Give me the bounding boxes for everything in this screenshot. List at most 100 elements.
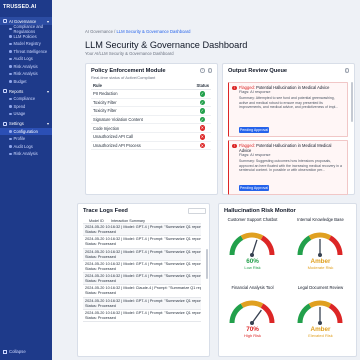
sidebar-item-audit-logs[interactable]: Audit Logs: [0, 55, 52, 63]
page-subtitle: Your AI/LLM Security & Governance Dashbo…: [85, 51, 174, 56]
trace-log-row[interactable]: 2024-05-20 10:16:32 | Model: GPT-4 | Pro…: [83, 224, 201, 237]
nav-group-reports[interactable]: Reports ▾: [0, 87, 52, 95]
review-item[interactable]: ! Flagged: Potential Hallucination in Med…: [228, 140, 348, 195]
dot-icon: [9, 42, 12, 45]
sidebar-item-model-registry[interactable]: Model Registry: [0, 40, 52, 48]
collapse-label: Collapse: [9, 349, 26, 354]
trace-search-input[interactable]: [188, 208, 206, 214]
policy-rule: Signature Violation Content: [93, 117, 143, 123]
gauge-dial: [297, 232, 343, 257]
chevron-down-icon: ▾: [46, 18, 49, 24]
gauge-label: Low Risk: [244, 265, 261, 270]
sidebar-item-label: Profile: [13, 136, 26, 142]
dot-icon: [9, 35, 12, 38]
sidebar-item-spend[interactable]: Spend: [0, 103, 52, 111]
policy-row: Unauthorized API Call ✕: [91, 133, 211, 142]
warning-icon: !: [232, 85, 237, 90]
gauge-segment: [328, 303, 343, 324]
trace-log-row[interactable]: 2024-05-20 10:16:32 | Model: GPT-4 | Pro…: [83, 273, 201, 286]
gauge-segment: [328, 235, 343, 256]
info-icon[interactable]: i: [200, 68, 205, 73]
gauge-segment: [240, 300, 264, 308]
trace-log-status: Status: Processed: [85, 279, 116, 284]
trace-log-row[interactable]: 2024-05-20 10:16:32 | Model: GPT-4 | Pro…: [83, 297, 201, 311]
collapse-button[interactable]: Collapse: [3, 349, 26, 354]
risk-gauge: Internal Knowledge Base Amber Moderate Ris…: [293, 217, 348, 270]
risk-card: Hallucination Risk Monitor Customer Supp…: [218, 203, 357, 357]
policy-rule: Toxicity Filter: [93, 99, 117, 105]
col-rule: Rule: [93, 83, 102, 88]
gauge-segment: [308, 300, 332, 308]
more-icon[interactable]: ⋮: [344, 68, 349, 73]
sidebar-item-configuration[interactable]: Configuration: [0, 127, 52, 135]
sidebar-item-label: Model Registry: [13, 41, 41, 47]
pending-approval-button[interactable]: Pending Approval: [239, 127, 269, 133]
sidebar-item-label: Spend: [13, 103, 26, 109]
trace-log-row[interactable]: 2024-05-20 10:16:32 | Model: GPT-4 | Pro…: [83, 310, 201, 323]
sidebar-item-audit-logs-2[interactable]: Audit Logs: [0, 143, 52, 151]
policy-table: Rule Status PII Redaction ✓ Toxicity Filte…: [91, 83, 211, 151]
trace-log-row[interactable]: 2024-05-20 10:16:32 | Model: GPT-4 | Pro…: [83, 261, 201, 274]
risk-gauge: Financial Analysis Tool 70% High Risk: [225, 285, 280, 338]
sidebar-item-compliance-report[interactable]: Compliance: [0, 95, 52, 103]
sidebar-item-label: Risk Analysis: [13, 63, 38, 69]
breadcrumb: AI Governance / LLM Security & Governanc…: [85, 29, 190, 34]
dot-icon: [9, 50, 12, 53]
dot-icon: [9, 97, 12, 100]
trace-title: Trace Logs Feed: [83, 208, 128, 214]
gauge-segment: [260, 235, 275, 256]
policy-row: Signature Violation Content ✓: [91, 116, 211, 125]
trace-card: Trace Logs Feed Model ID Interaction Sum…: [77, 203, 210, 357]
trace-scrollbar[interactable]: [206, 249, 208, 279]
main-content: AI Governance / LLM Security & Governanc…: [52, 0, 360, 360]
review-item[interactable]: ! Flagged: Potential Hallucination in Med…: [228, 82, 348, 137]
sidebar-item-budget[interactable]: Budget: [0, 78, 52, 86]
sidebar-item-label: Audit Logs: [13, 143, 33, 149]
trace-log-row[interactable]: 2024-05-20 10:16:32 | Model: GPT-4 | Pro…: [83, 236, 201, 249]
chevron-down-icon: ▾: [46, 121, 49, 126]
policy-row: Toxicity Filter ✓: [91, 99, 211, 108]
dot-icon: [9, 57, 12, 60]
gear-icon: [3, 121, 7, 126]
brand-logo: TRUSSED.AI: [3, 4, 37, 10]
trace-log-row[interactable]: 2024-05-20 10:16:32 | Model: Claude-4 | …: [83, 285, 201, 298]
gauge-hub: [250, 321, 254, 325]
sidebar-item-risk-analysis[interactable]: Risk Analysis: [0, 63, 52, 71]
col-interaction: Interaction Summary: [111, 218, 146, 223]
policy-card: Policy Enforcement Module i ⋮ Real-time …: [85, 63, 218, 195]
sidebar-item-threat-intel[interactable]: Threat Intelligence: [0, 48, 52, 56]
sidebar-item-compliance[interactable]: Compliance and Regulations: [0, 23, 52, 34]
breadcrumb-current: LLM Security & Governance Dashboard: [116, 29, 191, 34]
nav-group-settings[interactable]: Settings ▾: [0, 120, 52, 128]
chevron-down-icon: ▾: [46, 88, 49, 94]
report-icon: [3, 89, 7, 93]
breadcrumb-root[interactable]: AI Governance: [85, 29, 113, 34]
shield-icon: [3, 19, 7, 23]
dot-icon: [9, 112, 12, 115]
more-icon[interactable]: ⋮: [207, 68, 212, 73]
sidebar-item-profile[interactable]: Profile: [0, 135, 52, 143]
col-model-id: Model ID: [89, 218, 104, 223]
nav-group-label: AI Governance: [9, 18, 37, 24]
sidebar-item-risk-analysis-3[interactable]: Risk Analysis: [0, 150, 52, 158]
trace-log-row[interactable]: 2024-05-20 10:16:32 | Model: GPT-4 | Pro…: [83, 248, 201, 261]
policy-rule: Unauthorized API Process: [93, 142, 141, 148]
dot-icon: [9, 145, 12, 148]
collapse-icon: [3, 349, 7, 354]
policy-rule: PII Redaction: [93, 91, 118, 97]
trace-log-status: Status: Processed: [85, 291, 116, 296]
sidebar-item-label: Compliance and Regulations: [13, 23, 44, 34]
sidebar-item-risk-analysis-2[interactable]: Risk Analysis: [0, 70, 52, 78]
dot-icon: [9, 137, 12, 140]
gauge-needle: [251, 309, 262, 324]
error-icon: ✕: [199, 134, 205, 140]
trace-log-status: Status: Processed: [85, 266, 116, 271]
pending-approval-button[interactable]: Pending Approval: [239, 185, 269, 191]
sidebar-item-usage[interactable]: Usage: [0, 110, 52, 118]
gauge-needle: [251, 239, 258, 256]
review-title: Output Review Queue: [228, 68, 288, 74]
sidebar-item-label: LLM Policies: [13, 33, 37, 39]
policy-row: Toxicity Filter ✓: [91, 107, 211, 116]
review-scrollbar[interactable]: [351, 82, 353, 122]
gauge-label: Elevated Risk: [308, 333, 333, 338]
